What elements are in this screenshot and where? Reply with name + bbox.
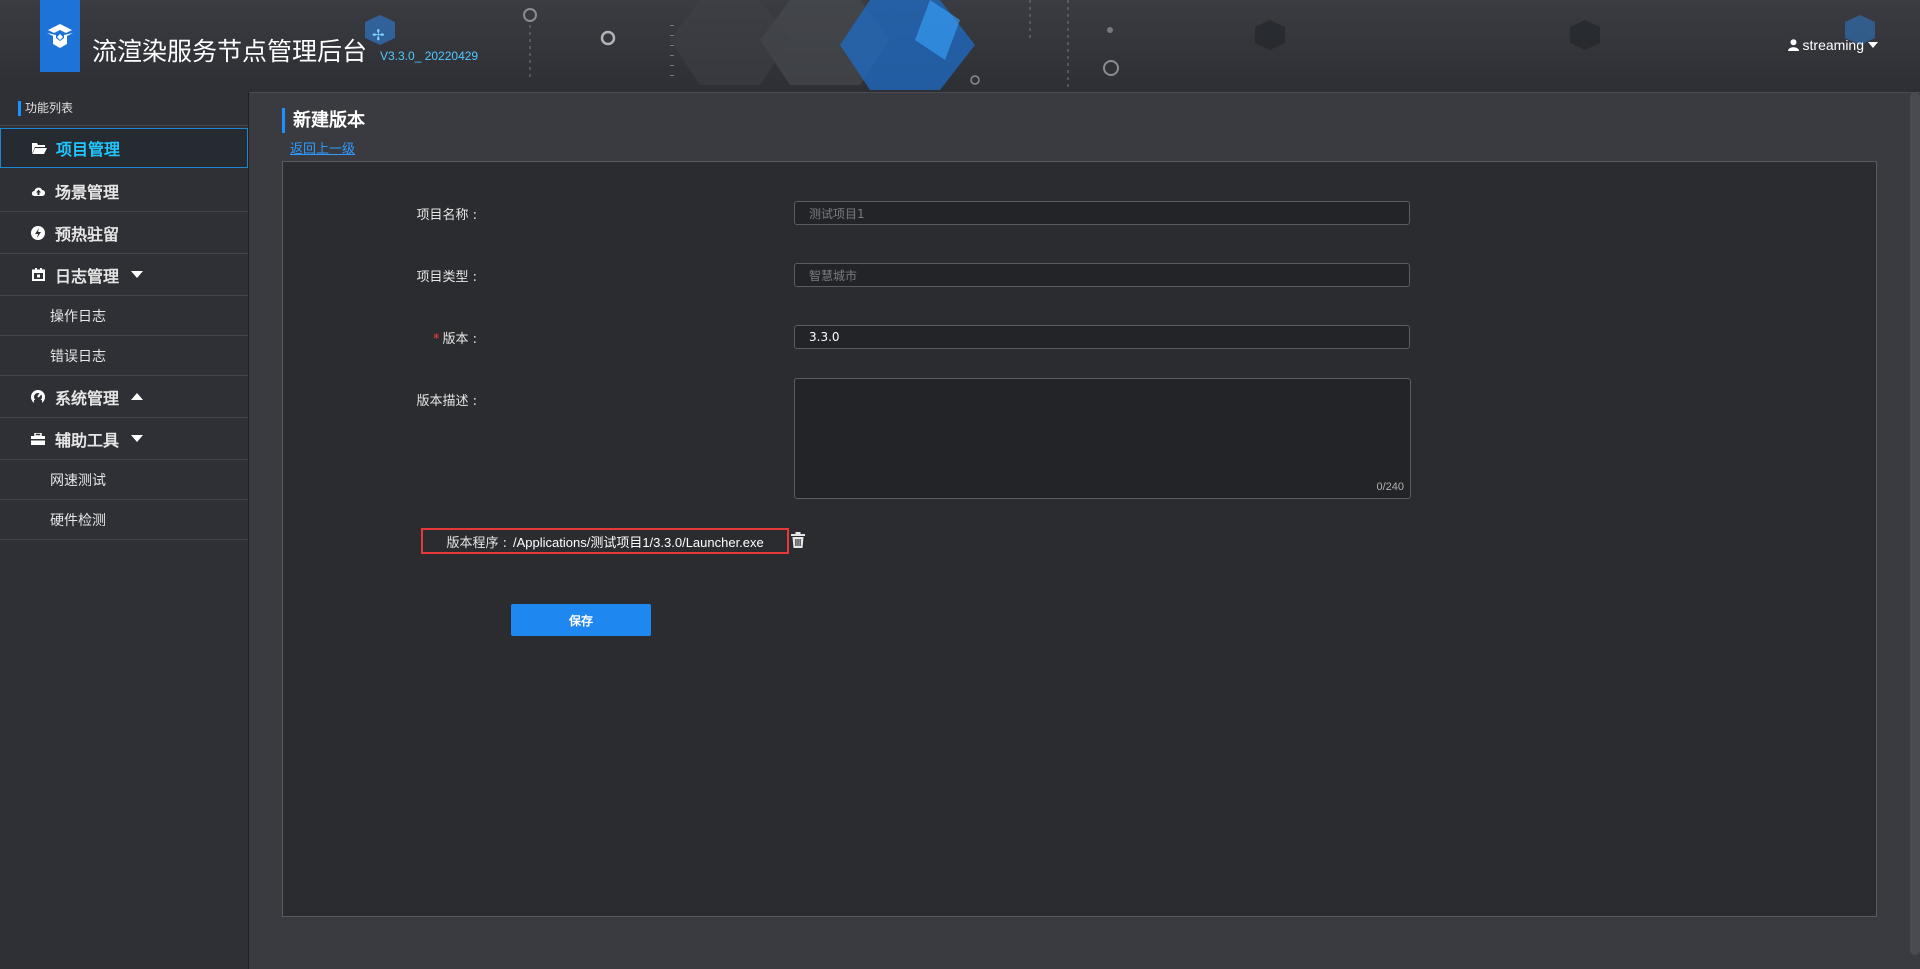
description-counter: 0/240 [1376, 481, 1404, 493]
scrollbar[interactable] [1910, 92, 1920, 955]
header-bar: 流渲染服务节点管理后台 ✢ V3.3.0_ 20220429 streaming [0, 0, 1920, 93]
sidebar-subitem-error-log[interactable]: 错误日志 [0, 336, 248, 376]
calendar-icon [30, 267, 46, 283]
version-label-text: 版本 : [442, 332, 477, 347]
sidebar-subitem-speed-test[interactable]: 网速测试 [0, 460, 248, 500]
sidebar-item-label: 场景管理 [55, 182, 120, 202]
sidebar-item-prewarm[interactable]: 预热驻留 [0, 212, 248, 254]
sidebar-item-label: 系统管理 [55, 388, 120, 408]
sparkle-icon: ✢ [372, 26, 385, 44]
program-label: 版本程序 : [446, 535, 507, 551]
sidebar-item-scene-management[interactable]: 场景管理 [0, 170, 248, 212]
folder-open-icon [31, 140, 47, 156]
logo-icon [47, 24, 73, 48]
sidebar-item-label: 项目管理 [56, 140, 121, 159]
user-menu[interactable]: streaming [1787, 37, 1878, 53]
sidebar-item-label: 日志管理 [55, 266, 120, 286]
sidebar-subitem-operation-log[interactable]: 操作日志 [0, 296, 248, 336]
version-label: * 版本 : [357, 328, 477, 347]
sidebar: 功能列表 项目管理 场景管理 预热驻留 日志管理 操作日志 错误日志 系统管理 [0, 92, 249, 969]
program-path-row: 版本程序 : /Applications/测试项目1/3.3.0/Launche… [421, 528, 789, 554]
program-path: /Applications/测试项目1/3.3.0/Launcher.exe [513, 534, 764, 550]
sidebar-item-system-management[interactable]: 系统管理 [0, 376, 248, 418]
description-label: 版本描述 : [416, 394, 477, 409]
version-field[interactable]: 3.3.0 [794, 325, 1410, 349]
save-button[interactable]: 保存 [511, 604, 651, 636]
user-icon [1787, 39, 1799, 51]
sidebar-item-label: 辅助工具 [55, 430, 120, 450]
caret-down-icon [131, 435, 144, 442]
app-logo [40, 0, 80, 72]
app-version: V3.3.0_ 20220429 [380, 49, 479, 63]
description-textarea[interactable]: 0/240 [794, 378, 1411, 499]
project-type-label: 项目类型 : [416, 270, 477, 285]
project-name-field[interactable]: 测试项目1 [794, 201, 1410, 225]
page-title: 新建版本 [282, 108, 365, 133]
trash-icon[interactable] [791, 532, 805, 548]
sidebar-item-project-management[interactable]: 项目管理 [0, 128, 248, 168]
cloud-upload-icon [30, 183, 46, 199]
project-type-field[interactable]: 智慧城市 [794, 263, 1410, 287]
caret-up-icon [131, 393, 144, 400]
chevron-down-icon [1868, 42, 1878, 48]
dashboard-icon [30, 389, 46, 405]
sidebar-item-log-management[interactable]: 日志管理 [0, 254, 248, 296]
back-link[interactable]: 返回上一级 [290, 138, 355, 157]
toolbox-icon [30, 431, 46, 447]
username: streaming [1802, 37, 1864, 53]
sidebar-subitem-hardware-check[interactable]: 硬件检测 [0, 500, 248, 540]
app-title: 流渲染服务节点管理后台 [92, 37, 368, 66]
sidebar-item-label: 预热驻留 [55, 224, 120, 244]
sidebar-heading: 功能列表 [0, 92, 248, 126]
required-mark: * [432, 332, 440, 347]
sidebar-item-auxiliary-tools[interactable]: 辅助工具 [0, 418, 248, 460]
bolt-icon [30, 225, 46, 241]
project-name-label: 项目名称 : [416, 208, 477, 223]
caret-down-icon [131, 271, 144, 278]
